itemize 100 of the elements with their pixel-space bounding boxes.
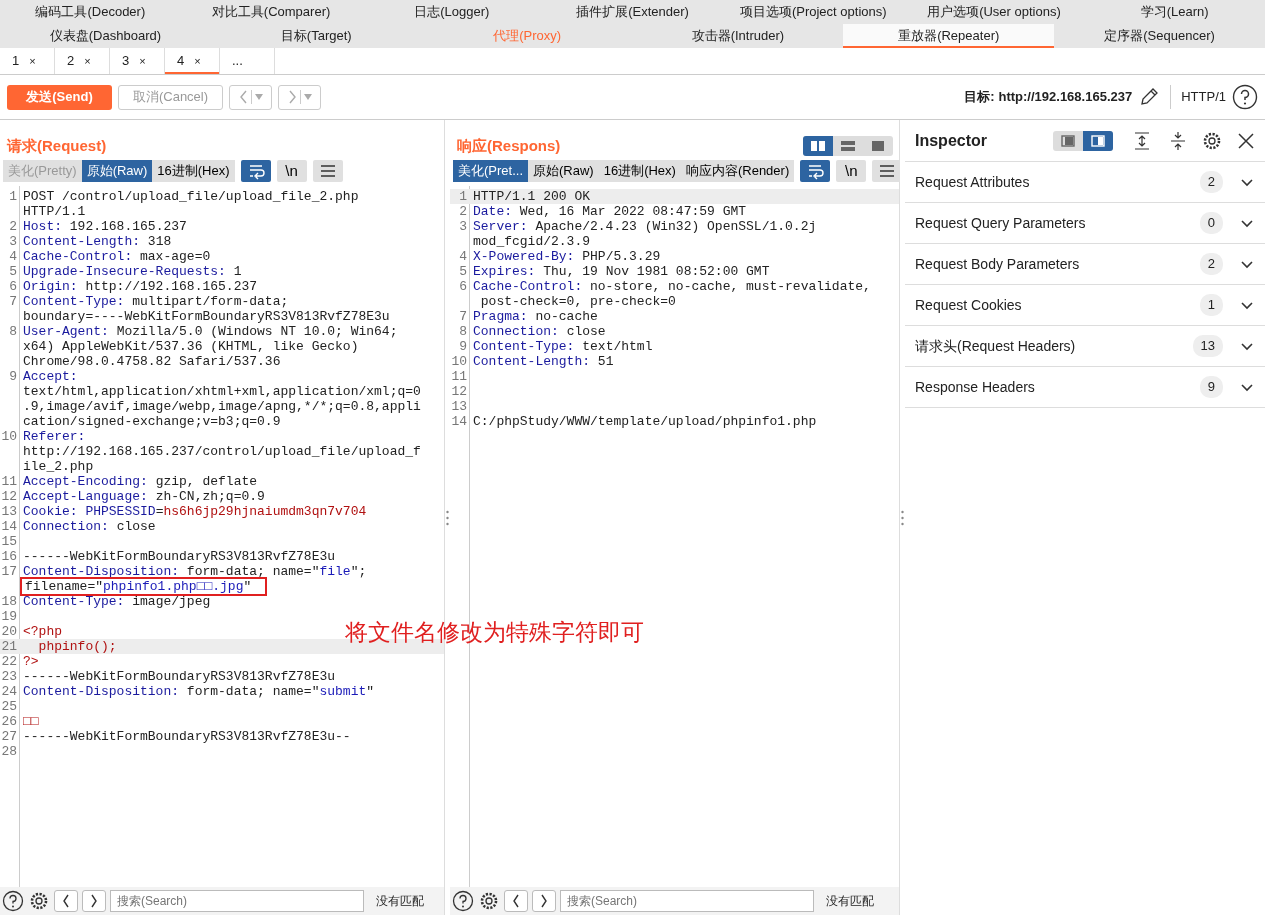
- line-number: 3: [458, 219, 468, 234]
- tool-tab[interactable]: 日志(Logger): [361, 0, 543, 24]
- code-line: Accept:: [22, 369, 78, 384]
- code-line: Accept-Language: zh-CN,zh;q=0.9: [22, 489, 265, 504]
- previous-match-button[interactable]: [54, 890, 78, 912]
- code-line: □□: [22, 714, 39, 729]
- search-field[interactable]: 搜索(Search): [110, 890, 364, 912]
- section-label[interactable]: Response Headers: [915, 376, 1035, 398]
- request-tab[interactable]: 1 ×: [0, 48, 55, 74]
- code-line: Accept-Encoding: gzip, deflate: [22, 474, 258, 489]
- view-tab[interactable]: 16进制(Hex): [598, 160, 681, 182]
- pane-title: 响应(Respons): [457, 135, 561, 156]
- line-number: 11: [450, 369, 468, 384]
- target-label: 目标:: [964, 88, 995, 107]
- tool-tab[interactable]: 学习(Learn): [1084, 0, 1265, 24]
- code-line: Content-Type: image/jpeg: [22, 594, 211, 609]
- code-line: Chrome/98.0.4758.82 Safari/537.36: [22, 354, 281, 369]
- line-number: 2: [8, 219, 18, 234]
- code-line: Content-Length: 318: [22, 234, 172, 249]
- view-tab[interactable]: 16进制(Hex): [152, 160, 235, 182]
- line-number: 6: [458, 279, 468, 294]
- view-tab[interactable]: 原始(Raw): [81, 160, 153, 182]
- view-tab[interactable]: 原始(Raw): [528, 160, 599, 182]
- section-label[interactable]: 请求头(Request Headers): [915, 335, 1076, 357]
- code-line: ------WebKitFormBoundaryRS3V813RvfZ78E3u: [22, 669, 336, 684]
- line-number: 4: [458, 249, 468, 264]
- code-line: User-Agent: Mozilla/5.0 (Windows NT 10.0; Win64;: [22, 324, 398, 339]
- close-button[interactable]: ×: [194, 52, 201, 70]
- code-line: C:/phpStudy/WWW/template/upload/phpinfo1.php: [472, 414, 817, 429]
- previous-match-button[interactable]: [504, 890, 528, 912]
- close-icon[interactable]: [1237, 131, 1255, 150]
- match-status: 没有匹配: [825, 893, 875, 910]
- tool-tab[interactable]: 仪表盘(Dashboard): [0, 24, 211, 48]
- view-tab[interactable]: 美化(Pret...: [453, 160, 528, 182]
- section-label[interactable]: Request Body Parameters: [915, 253, 1080, 275]
- view-tab[interactable]: 响应内容(Render): [680, 160, 795, 182]
- menu-icon: [878, 163, 897, 179]
- line-number: 9: [8, 369, 18, 384]
- settings-icon[interactable]: [478, 890, 500, 912]
- tool-tab[interactable]: 项目选项(Project options): [722, 0, 904, 24]
- code-line: Connection: close: [22, 519, 156, 534]
- close-button[interactable]: ×: [29, 52, 36, 70]
- line-number: 9: [458, 339, 468, 354]
- close-button[interactable]: ×: [139, 52, 146, 70]
- code-line: POST /control/upload_file/upload_file_2.php: [22, 189, 359, 204]
- tool-tab[interactable]: 对比工具(Comparer): [180, 0, 362, 24]
- line-number: 15: [0, 534, 18, 549]
- line-number: 7: [8, 294, 18, 309]
- request-tab[interactable]: ...: [220, 48, 275, 74]
- code-line: Server: Apache/2.4.23 (Win32) OpenSSL/1.0.2j: [472, 219, 817, 234]
- tool-tab[interactable]: 插件扩展(Extender): [542, 0, 723, 24]
- line-number: 12: [450, 384, 468, 399]
- code-line: post-check=0, pre-check=0: [479, 294, 676, 309]
- tool-tab[interactable]: 目标(Target): [210, 24, 422, 48]
- line-number: 10: [450, 354, 468, 369]
- wrap-button[interactable]: [800, 160, 831, 182]
- close-button[interactable]: ×: [84, 52, 91, 70]
- settings-icon[interactable]: [28, 890, 50, 912]
- code-line: Content-Disposition: form-data; name="file";: [22, 564, 367, 579]
- pane-title: 请求(Request): [7, 135, 107, 156]
- line-number: 5: [8, 264, 18, 279]
- code-line: text/html,application/xhtml+xml,application/xml;q=0: [22, 384, 421, 399]
- tool-tab[interactable]: 编码工具(Decoder): [0, 0, 181, 24]
- line-number: 22: [0, 654, 18, 669]
- protocol-label[interactable]: HTTP/1: [1181, 87, 1226, 107]
- code-line: X-Powered-By: PHP/5.3.29: [472, 249, 661, 264]
- count-badge: 2: [1199, 171, 1223, 193]
- count-badge: 13: [1192, 335, 1223, 357]
- splitter-handle[interactable]: [446, 509, 449, 526]
- section-label[interactable]: Request Query Parameters: [915, 212, 1086, 234]
- line-number: 18: [0, 594, 18, 609]
- next-match-button[interactable]: [82, 890, 106, 912]
- newline-button[interactable]: \n: [836, 160, 867, 182]
- help-icon[interactable]: [2, 890, 24, 912]
- splitter-handle[interactable]: [901, 509, 904, 526]
- search-field[interactable]: 搜索(Search): [560, 890, 814, 912]
- code-line: cation/signed-exchange;v=b3;q=0.9: [22, 414, 281, 429]
- section-label[interactable]: Request Cookies: [915, 294, 1022, 316]
- wrap-button[interactable]: [240, 160, 271, 182]
- tool-tab[interactable]: 重放器(Repeater): [843, 24, 1055, 48]
- layout-toggle[interactable]: [1083, 130, 1113, 151]
- tool-tab[interactable]: 攻击器(Intruder): [632, 24, 844, 48]
- tool-tab[interactable]: 定序器(Sequencer): [1054, 24, 1265, 48]
- help-icon[interactable]: [452, 890, 474, 912]
- request-tab[interactable]: 3 ×: [110, 48, 165, 74]
- help-icon[interactable]: [1232, 84, 1258, 110]
- request-tab[interactable]: 2 ×: [55, 48, 110, 74]
- line-number: 13: [0, 504, 18, 519]
- chevron-left-icon: [238, 88, 248, 106]
- section-label[interactable]: Request Attributes: [915, 171, 1030, 193]
- line-number: 12: [0, 489, 18, 504]
- newline-button[interactable]: \n: [276, 160, 307, 182]
- line-number: 7: [458, 309, 468, 324]
- tool-tab[interactable]: 用户选项(User options): [903, 0, 1085, 24]
- code-line: <?php: [22, 624, 62, 639]
- next-match-button[interactable]: [532, 890, 556, 912]
- code-line: Content-Type: text/html: [472, 339, 653, 354]
- request-tab[interactable]: 4 ×: [165, 48, 220, 74]
- layout-toggle[interactable]: [803, 136, 833, 156]
- menu-button[interactable]: [312, 160, 343, 182]
